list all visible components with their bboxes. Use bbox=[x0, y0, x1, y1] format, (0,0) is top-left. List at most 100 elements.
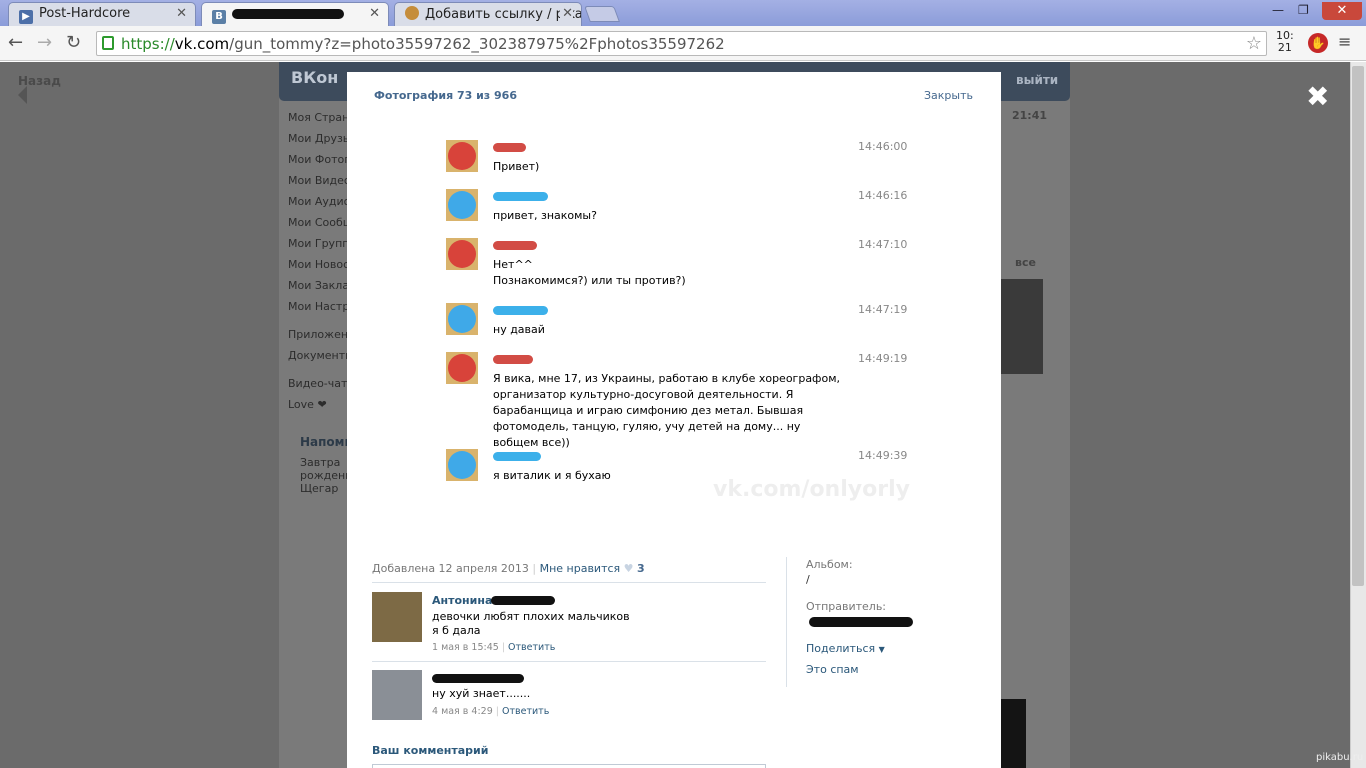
tab-label: Post-Hardcore bbox=[39, 6, 131, 21]
tab-pikabu[interactable]: Добавить ссылку / pikabu ✕ bbox=[394, 2, 582, 26]
menu-icon[interactable]: ≡ bbox=[1338, 32, 1351, 51]
pikabu-watermark: pikabu.ru bbox=[1316, 752, 1364, 763]
divider bbox=[372, 582, 766, 583]
vk-logo-text: ВКон bbox=[291, 68, 339, 87]
commenter-name[interactable]: Антонина bbox=[432, 594, 492, 607]
redacted-name bbox=[493, 241, 537, 250]
sidebar-item[interactable]: Мои Настро bbox=[288, 300, 356, 313]
avatar bbox=[446, 352, 478, 384]
play-icon: ▶ bbox=[19, 10, 33, 24]
vk-icon: B bbox=[212, 10, 226, 24]
redacted-name bbox=[493, 355, 533, 364]
message-text: Привет) bbox=[493, 160, 540, 173]
star-icon[interactable]: ☆ bbox=[1246, 33, 1262, 54]
sidebar-item[interactable]: Мои Новост bbox=[288, 258, 356, 271]
message-time: 14:47:10 bbox=[858, 238, 908, 251]
avatar bbox=[446, 303, 478, 335]
sidebar-item[interactable]: Мои Аудиоз bbox=[288, 195, 356, 208]
redacted-name bbox=[493, 452, 541, 461]
message-time: 14:46:00 bbox=[858, 140, 908, 153]
close-tab-icon[interactable]: ✕ bbox=[560, 6, 573, 21]
share-link[interactable]: Поделиться ▼ bbox=[806, 642, 885, 655]
tab-post-hardcore[interactable]: ▶ Post-Hardcore ✕ bbox=[8, 2, 196, 26]
sidebar-item[interactable]: Видео-чат bbox=[288, 377, 347, 390]
bg-time: 21:41 bbox=[1012, 109, 1048, 122]
message-time: 14:46:16 bbox=[858, 189, 908, 202]
overlay-close-icon[interactable]: ✖ bbox=[1306, 80, 1329, 113]
photo-viewer: Фотография 73 из 966 Закрыть 14:46:00 Пр… bbox=[347, 72, 1001, 768]
divider bbox=[372, 661, 766, 662]
reply-link[interactable]: Ответить bbox=[502, 706, 549, 717]
vk-logo[interactable]: ВКон bbox=[291, 68, 351, 92]
reply-link[interactable]: Ответить bbox=[508, 642, 555, 653]
message-text: Я вика, мне 17, из Украины, работаю в кл… bbox=[493, 372, 840, 449]
logout-link[interactable]: выйти bbox=[1016, 73, 1058, 87]
sidebar-item[interactable]: Мои Сообщ bbox=[288, 216, 353, 229]
minimize-icon[interactable]: — bbox=[1272, 3, 1284, 19]
url-path: /gun_tommy?z=photo35597262_302387975%2Fp… bbox=[229, 35, 725, 53]
pikabu-icon bbox=[405, 6, 419, 20]
spam-link[interactable]: Это спам bbox=[806, 663, 859, 676]
adblock-icon[interactable]: ✋ bbox=[1308, 33, 1328, 53]
like-link[interactable]: Мне нравится bbox=[540, 562, 621, 575]
reminder-title: Напоми bbox=[300, 435, 353, 449]
tab-label: Добавить ссылку / pikabu bbox=[425, 7, 582, 22]
comment-meta: 4 мая в 4:29 | Ответить bbox=[432, 706, 550, 717]
redacted-name bbox=[493, 143, 526, 152]
url-scheme: https:// bbox=[121, 35, 175, 53]
your-comment-label: Ваш комментарий bbox=[372, 744, 489, 757]
browser-toolbar: ← → ↻ https://vk.com/gun_tommy?z=photo35… bbox=[0, 26, 1366, 61]
redacted-name bbox=[493, 306, 548, 315]
redacted-tab-title bbox=[232, 9, 344, 19]
sidebar-item[interactable]: Приложени bbox=[288, 328, 355, 341]
chevron-down-icon: ▼ bbox=[878, 645, 885, 654]
forward-arrow-icon[interactable]: → bbox=[37, 32, 52, 53]
album-value[interactable]: / bbox=[806, 573, 810, 586]
sidebar-item[interactable]: Love ❤ bbox=[288, 398, 327, 411]
bg-all-link[interactable]: все bbox=[1015, 256, 1036, 269]
avatar bbox=[446, 238, 478, 270]
sender-label: Отправитель: bbox=[806, 600, 887, 613]
tab-vk[interactable]: B ✕ bbox=[201, 2, 389, 26]
message-time: 14:49:19 bbox=[858, 352, 908, 365]
commenter-avatar[interactable] bbox=[372, 670, 422, 720]
close-tab-icon[interactable]: ✕ bbox=[369, 6, 380, 21]
message-text: Нет^^ Познакомимся?) или ты против?) bbox=[493, 258, 686, 287]
close-link[interactable]: Закрыть bbox=[924, 89, 973, 102]
comment-text: девочки любят плохих мальчиков я б дала bbox=[432, 610, 630, 637]
divider bbox=[786, 557, 787, 687]
redacted-name bbox=[493, 192, 548, 201]
restore-icon[interactable]: ❐ bbox=[1298, 3, 1309, 19]
message-time: 14:49:39 bbox=[858, 449, 908, 462]
avatar bbox=[446, 140, 478, 172]
heart-icon: ♥ bbox=[623, 562, 634, 575]
url-host: vk.com bbox=[174, 35, 230, 53]
address-bar[interactable]: https://vk.com/gun_tommy?z=photo35597262… bbox=[96, 31, 1267, 56]
reload-icon[interactable]: ↻ bbox=[66, 32, 81, 53]
sidebar-item[interactable]: Мои Друзья bbox=[288, 132, 356, 145]
comment-date: 4 мая в 4:29 bbox=[432, 706, 493, 717]
message-time: 14:47:19 bbox=[858, 303, 908, 316]
message-text: ну давай bbox=[493, 323, 545, 336]
lock-icon bbox=[102, 36, 114, 50]
photo-counter: Фотография 73 из 966 bbox=[374, 89, 517, 102]
share-label: Поделиться bbox=[806, 642, 876, 655]
album-label: Альбом: bbox=[806, 558, 853, 571]
comment-date: 1 мая в 15:45 bbox=[432, 642, 499, 653]
back-arrow-icon[interactable]: ← bbox=[8, 32, 23, 53]
commenter-avatar[interactable] bbox=[372, 592, 422, 642]
sidebar-item[interactable]: Документы bbox=[288, 349, 354, 362]
redacted-surname bbox=[491, 596, 555, 605]
bg-photo bbox=[1001, 279, 1043, 374]
back-arrow-icon[interactable] bbox=[18, 86, 27, 104]
close-tab-icon[interactable]: ✕ bbox=[176, 6, 187, 21]
avatar bbox=[446, 449, 478, 481]
clock: 10: 21 bbox=[1276, 29, 1294, 54]
new-tab-button[interactable] bbox=[584, 6, 620, 22]
redacted-sender[interactable] bbox=[809, 617, 913, 627]
avatar bbox=[446, 189, 478, 221]
photo-meta: Добавлена 12 апреля 2013 | Мне нравится … bbox=[372, 562, 645, 575]
scrollbar-thumb[interactable] bbox=[1352, 66, 1364, 586]
window-close-button[interactable]: ✕ bbox=[1322, 2, 1362, 20]
comment-input[interactable] bbox=[372, 764, 766, 768]
